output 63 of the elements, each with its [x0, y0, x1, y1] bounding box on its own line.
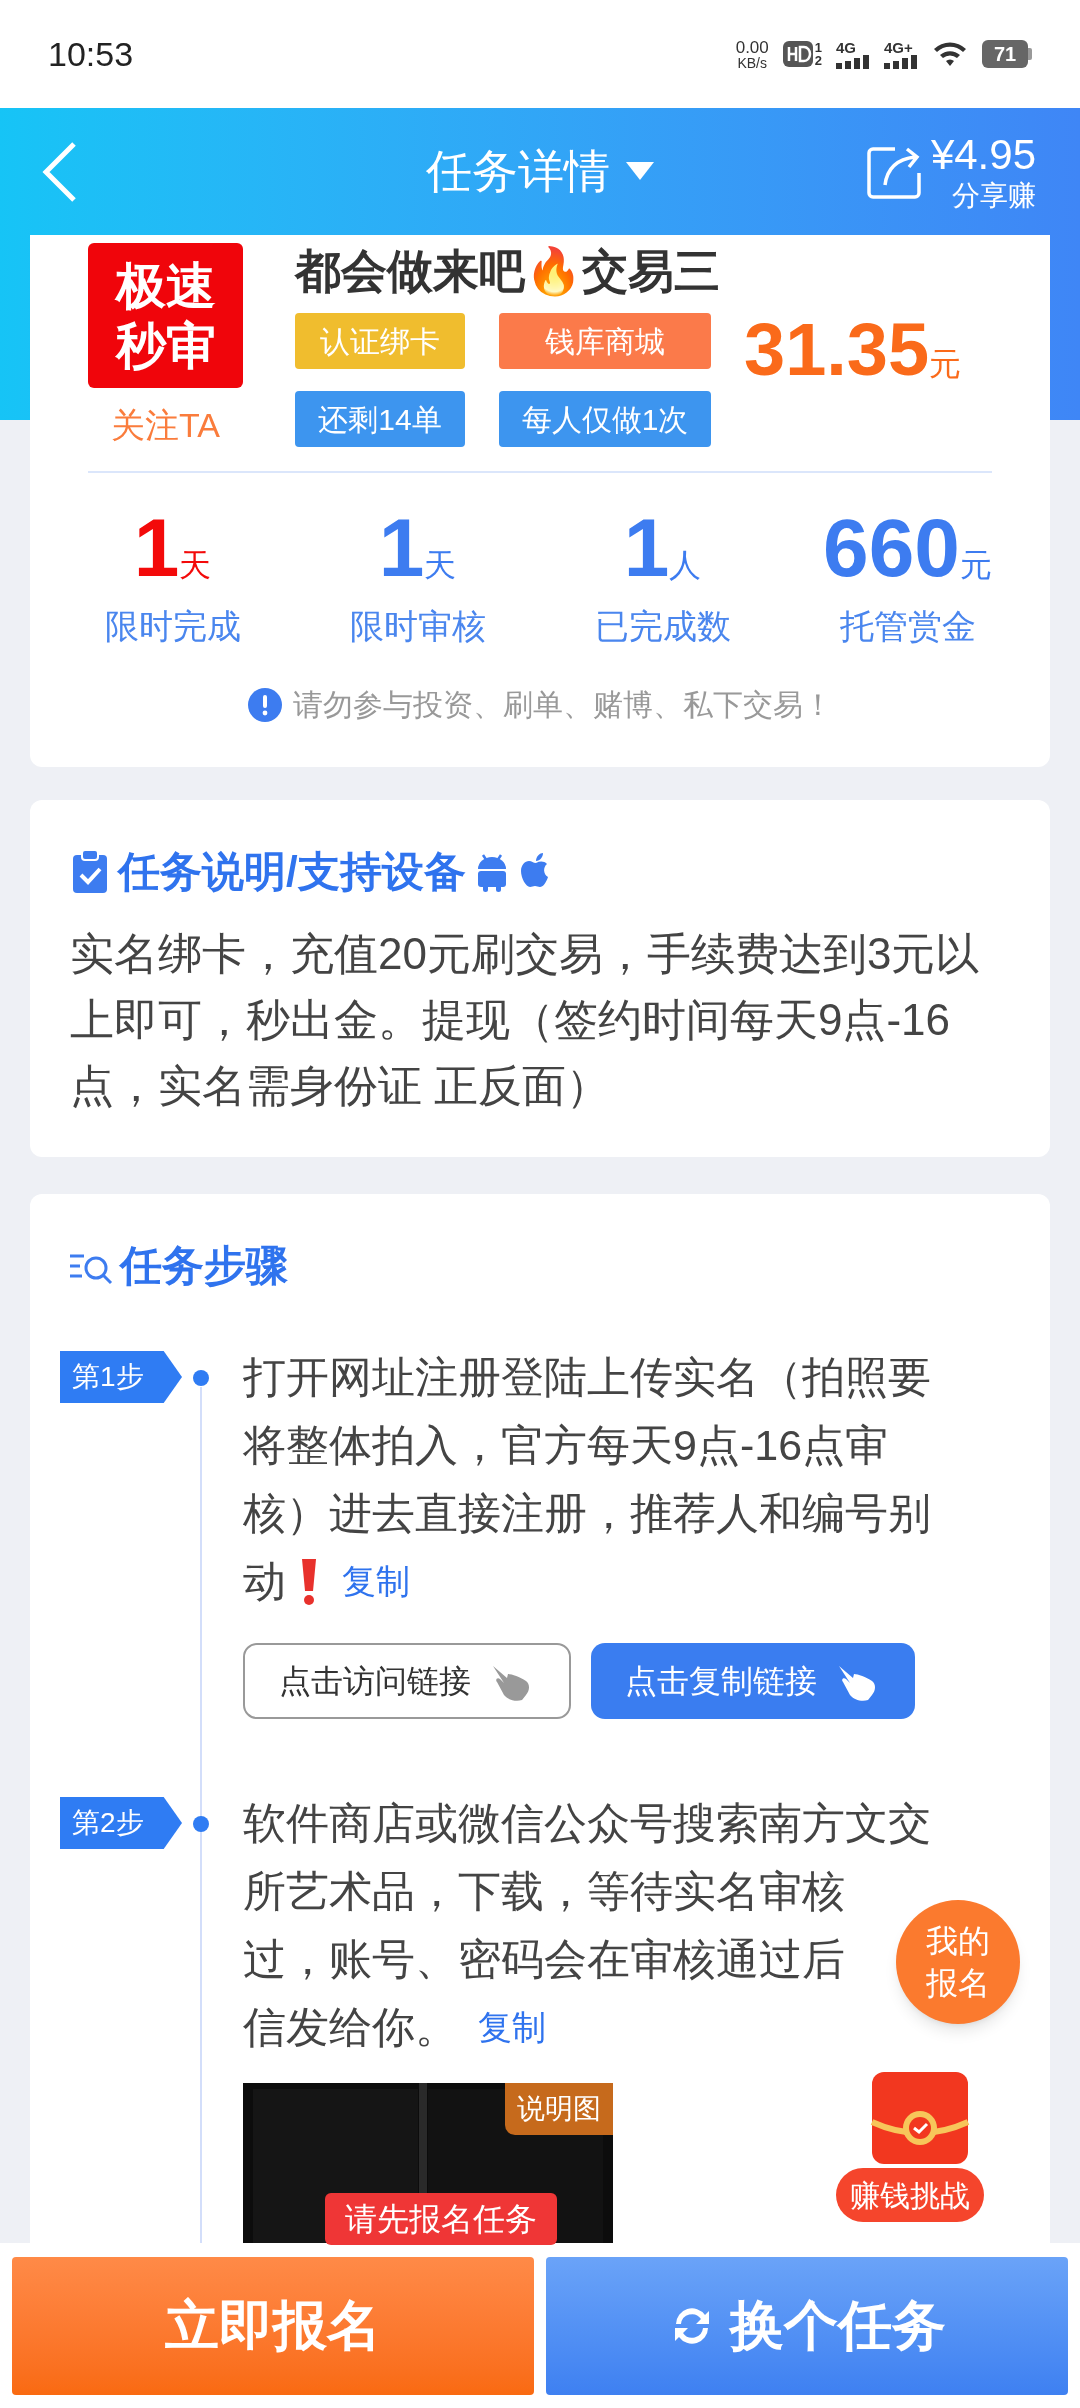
hd-voice-icon	[782, 41, 813, 67]
stat-unit: 人	[669, 547, 702, 585]
step-text-line: 信发给你。	[243, 2001, 458, 2053]
signup-button[interactable]: 立即报名	[12, 2256, 534, 2395]
price-unit: 元	[929, 345, 962, 384]
sim-slot-number: 2	[814, 54, 822, 67]
step-text-line: 所艺术品，下载，等待实名审核	[243, 1865, 845, 1917]
step-text-line: 动	[243, 1555, 286, 1607]
step-text-line: 核）进去直接注册，推荐人和编号别	[243, 1487, 931, 1539]
stat-label: 限时审核	[349, 606, 486, 647]
section-title: 任务说明/支持设备	[118, 847, 466, 897]
gift-envelope-icon[interactable]	[870, 2072, 970, 2164]
earn-challenge-button[interactable]: 赚钱挑战	[836, 2168, 984, 2222]
clipboard-check-icon	[70, 848, 110, 895]
speed-review-badge: 极速 秒审	[88, 243, 243, 388]
signal-icon	[836, 54, 870, 69]
title-dropdown[interactable]: 任务详情	[426, 137, 654, 206]
stat-value: 1	[623, 507, 670, 589]
dropdown-caret-icon	[626, 161, 654, 182]
step-text-line: 过，账号、密码会在审核通过后	[243, 1933, 845, 1985]
step-text-line: 软件商店或微信公众号搜索南方文交	[243, 1797, 931, 1849]
step-text-line: 将整体拍入，官方每天9点-16点审	[243, 1419, 889, 1471]
stat-value: 660	[823, 507, 960, 589]
network-type: 4G+	[884, 39, 913, 55]
status-time: 10:53	[48, 33, 134, 75]
signal-icon	[884, 54, 918, 69]
section-title: 任务步骤	[120, 1241, 288, 1291]
step-badge: 第1步	[60, 1351, 182, 1403]
network-speed: 0.00	[735, 38, 769, 56]
task-tag: 每人仅做1次	[499, 391, 711, 447]
stat-value: 1	[133, 507, 180, 589]
battery-indicator: 71	[982, 40, 1028, 68]
image-label: 说明图	[505, 2083, 613, 2135]
stat-unit: 天	[424, 546, 457, 585]
stat-unit: 天	[179, 546, 212, 585]
step-text-line: 打开网址注册登陆上传实名（拍照要	[243, 1351, 931, 1403]
follow-link[interactable]: 关注TA	[111, 400, 220, 451]
stat-label: 托管赏金	[839, 606, 976, 647]
task-title: 都会做来吧🔥交易三	[295, 244, 720, 299]
network-speed-unit: KB/s	[737, 55, 767, 70]
task-tag: 认证绑卡	[295, 313, 465, 369]
stat-label: 限时完成	[104, 606, 241, 647]
task-price: 31.35	[744, 313, 930, 387]
share-reward-label: 分享赚	[952, 181, 1036, 210]
link-button[interactable]: 点击访问链接	[243, 1643, 571, 1719]
share-reward-amount: ¥4.95	[930, 133, 1036, 176]
warning-icon	[247, 686, 283, 723]
sim-slot-number: 1	[814, 41, 822, 54]
description-text: 实名绑卡，充值20元刷交易，手续费达到3元以上即可，秒出金。提现（签约时间每天9点-16点，实名需身份证 正反面）	[70, 928, 981, 1112]
copy-link[interactable]: 复制	[342, 1555, 410, 1607]
switch-task-button[interactable]: 换个任务	[546, 2256, 1068, 2395]
link-button[interactable]: 点击复制链接	[591, 1643, 915, 1719]
step-badge: 第2步	[60, 1797, 182, 1849]
task-tag: 还剩14单	[295, 391, 465, 447]
stat-label: 已完成数	[594, 606, 731, 647]
stat-value: 1	[378, 507, 425, 589]
signup-tooltip: 请先报名任务	[325, 2193, 557, 2245]
warning-text: 请勿参与投资、刷单、赌博、私下交易！	[293, 687, 833, 723]
wifi-icon	[932, 40, 968, 68]
network-type: 4G	[836, 39, 856, 55]
stat-unit: 元	[959, 546, 992, 585]
copy-link[interactable]: 复制	[478, 2001, 546, 2053]
task-tag: 钱库商城	[499, 313, 711, 369]
